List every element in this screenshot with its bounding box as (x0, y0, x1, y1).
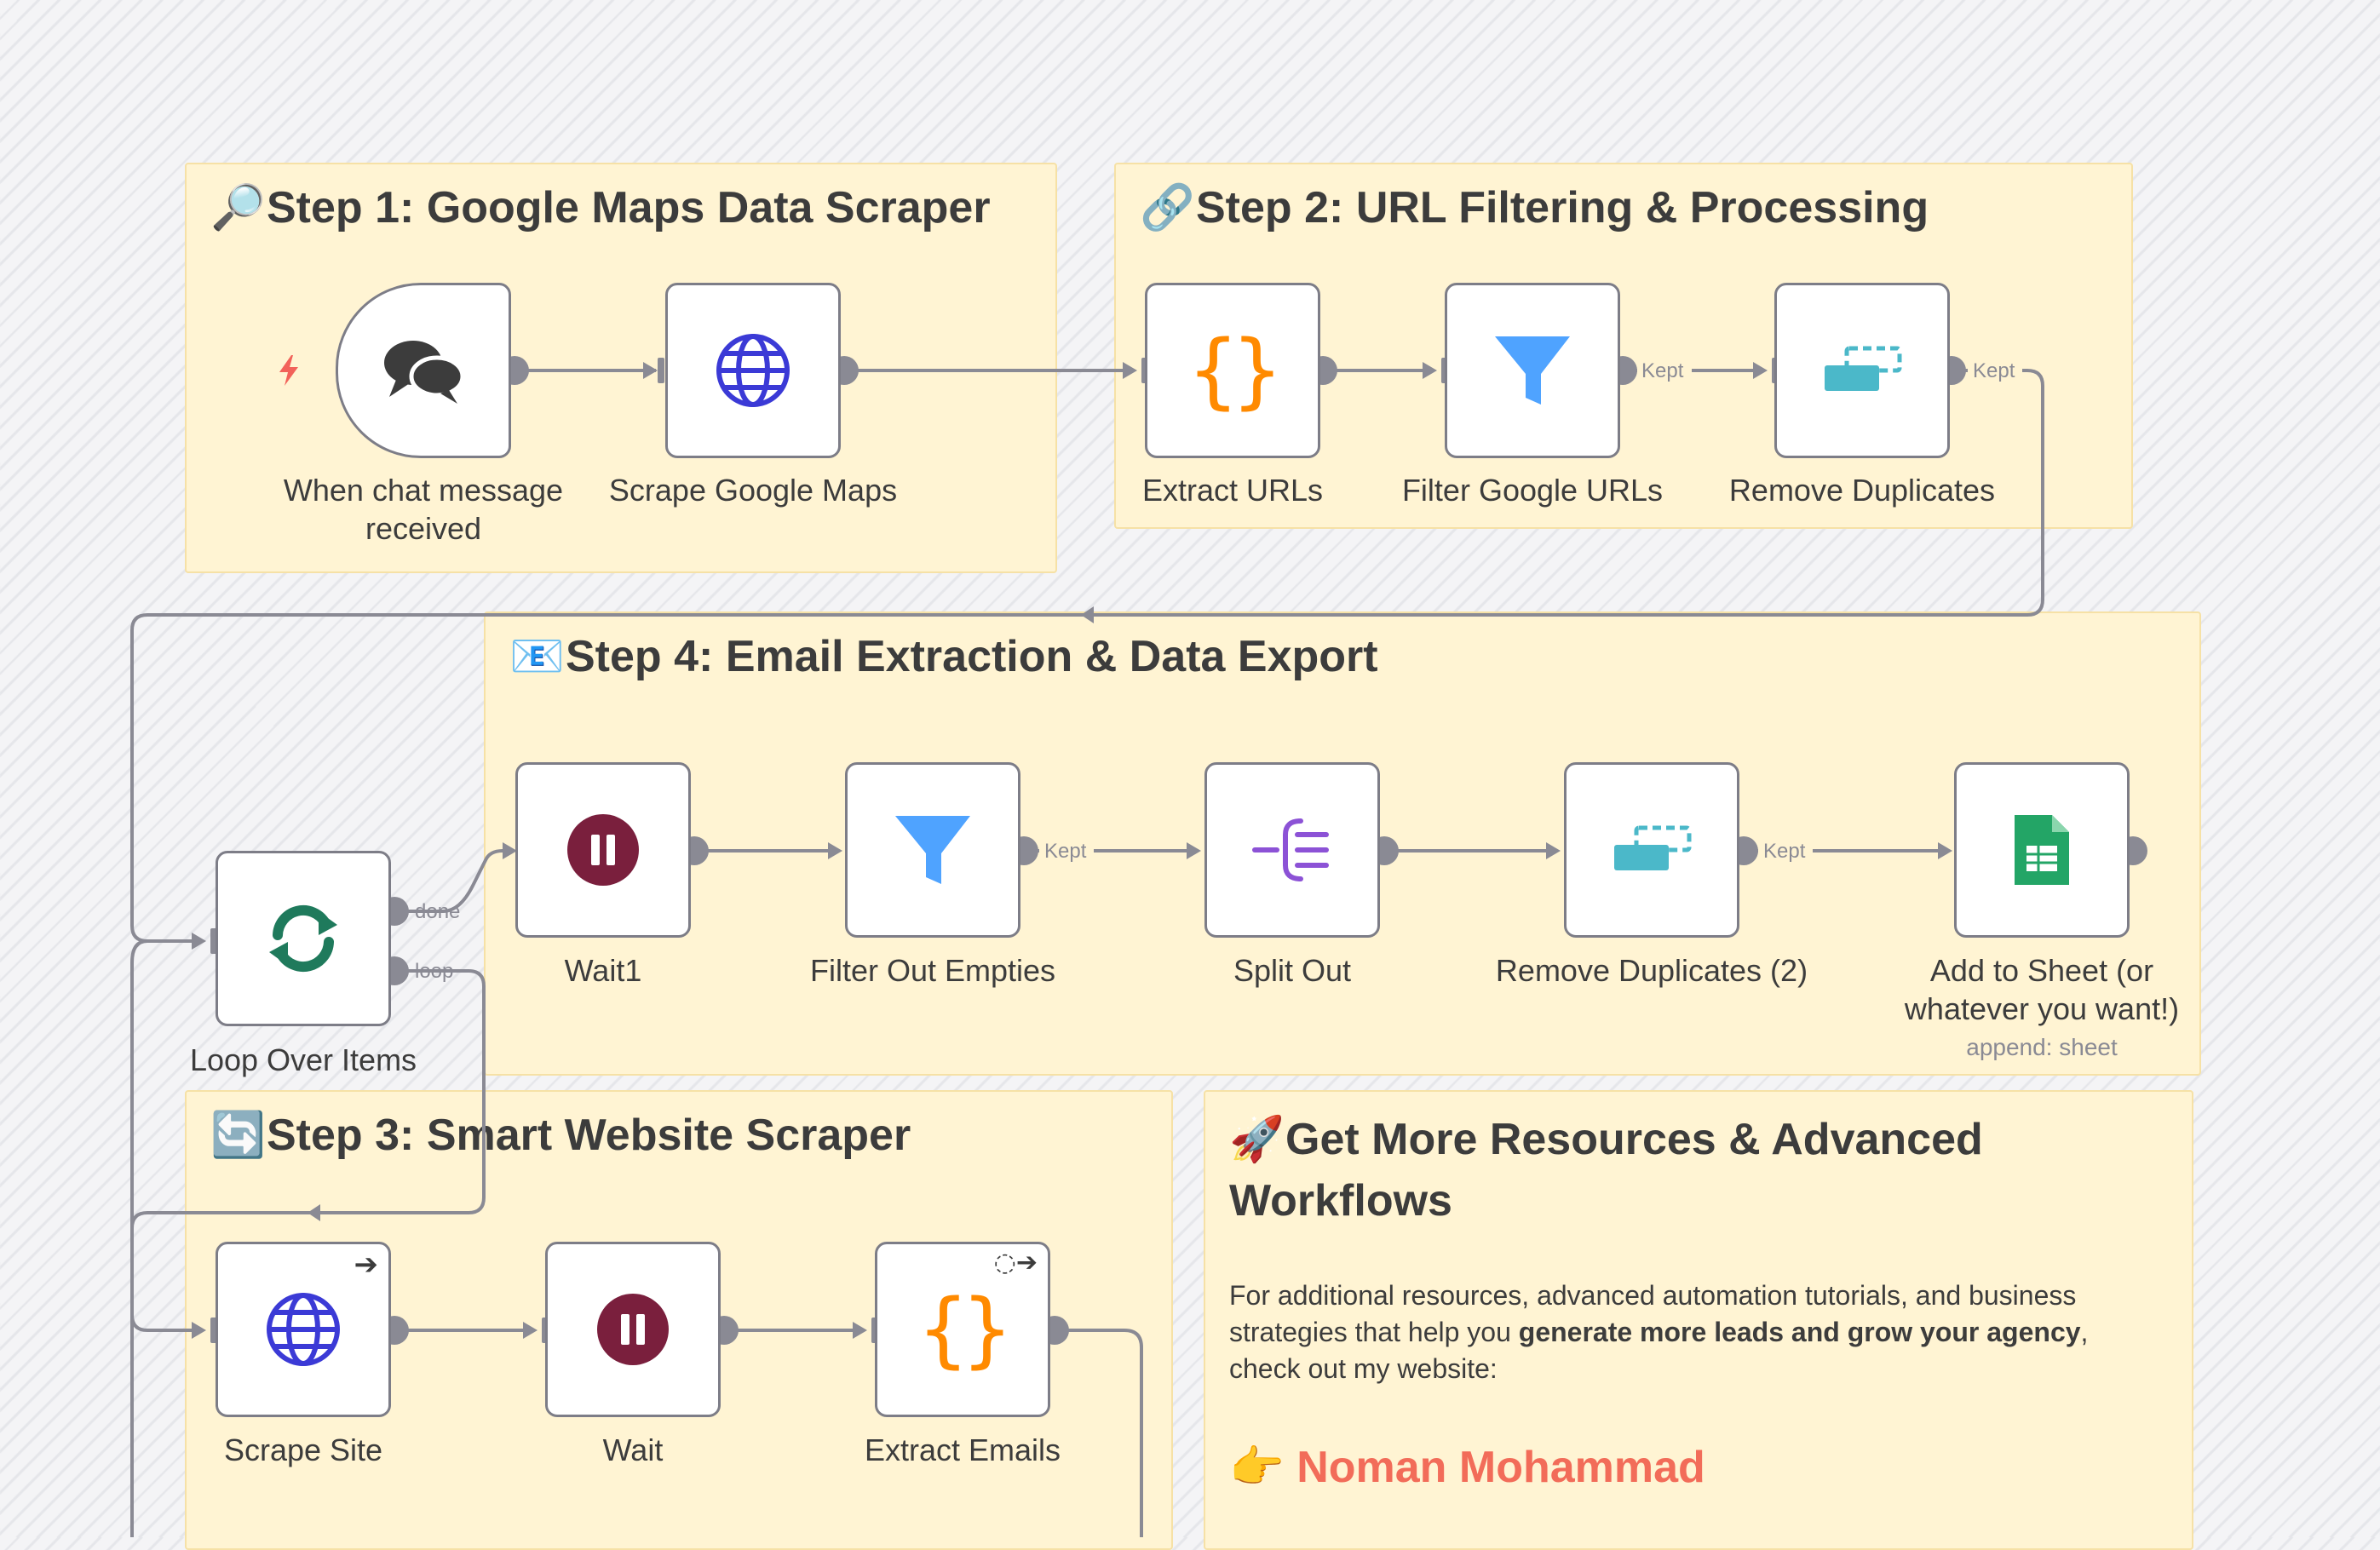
edge-label-kept-2: Kept (1973, 359, 2015, 382)
filter-icon (1495, 336, 1570, 405)
node-wait-label: Wait (602, 1432, 664, 1467)
edge-label-kept-1: Kept (1641, 359, 1684, 382)
split-icon (1252, 818, 1329, 881)
sheets-icon (2015, 815, 2069, 885)
node-remove-duplicates-2-label: Remove Duplicates (2) (1495, 953, 1808, 988)
node-loop-over-items-label: Loop Over Items (189, 1042, 417, 1077)
node-add-to-sheet-sub: append: sheet (1966, 1034, 2118, 1060)
loop-icon (269, 904, 337, 973)
node-add-to-sheet-label: Add to Sheet (or whatever you want!) (1904, 953, 2180, 1026)
node-scrape-site[interactable]: ➔ (216, 1242, 391, 1417)
node-remove-duplicates[interactable] (1774, 283, 1950, 458)
node-split-out-label: Split Out (1233, 953, 1352, 988)
dedupe-icon (1614, 825, 1692, 870)
node-chat-trigger[interactable] (336, 283, 511, 458)
node-add-to-sheet[interactable] (1954, 762, 2130, 938)
node-extract-emails[interactable]: {} ◌➔ (875, 1242, 1050, 1417)
code-braces-icon: {} (1188, 323, 1282, 418)
node-loop-over-items[interactable] (216, 851, 391, 1026)
node-filter-empties[interactable] (845, 762, 1020, 938)
node-split-out[interactable] (1204, 762, 1380, 938)
node-chat-trigger-label: When chat message received (283, 473, 564, 546)
node-extract-emails-label: Extract Emails (864, 1432, 1061, 1467)
arrow-right-icon: ➔ (354, 1249, 379, 1281)
globe-icon (267, 1293, 340, 1366)
node-filter-google[interactable] (1445, 283, 1620, 458)
globe-icon (716, 334, 790, 407)
node-scrape-maps-label: Scrape Google Maps (608, 473, 898, 508)
filter-icon (895, 816, 970, 884)
node-scrape-maps[interactable] (665, 283, 841, 458)
trigger-bolt-icon (279, 355, 298, 386)
pause-icon (567, 814, 639, 886)
edge-label-kept-3: Kept (1044, 840, 1087, 863)
node-remove-duplicates-2[interactable] (1564, 762, 1739, 938)
chat-bubbles-icon (384, 341, 465, 404)
node-extract-urls-label: Extract URLs (1141, 473, 1324, 508)
node-wait1[interactable] (515, 762, 691, 938)
node-filter-empties-label: Filter Out Empties (809, 953, 1056, 988)
node-wait1-label: Wait1 (564, 953, 642, 988)
retry-arrow-icon: ◌➔ (993, 1248, 1038, 1277)
code-braces-icon: {} (918, 1282, 1012, 1377)
edge-label-done: done (415, 900, 460, 923)
node-scrape-site-label: Scrape Site (223, 1432, 383, 1467)
node-remove-duplicates-label: Remove Duplicates (1728, 473, 1996, 508)
dedupe-icon (1825, 346, 1902, 391)
node-extract-urls[interactable]: {} (1145, 283, 1320, 458)
node-wait[interactable] (545, 1242, 721, 1417)
edge-label-kept-4: Kept (1763, 840, 1806, 863)
pause-icon (597, 1294, 669, 1365)
node-filter-google-label: Filter Google URLs (1401, 473, 1664, 508)
